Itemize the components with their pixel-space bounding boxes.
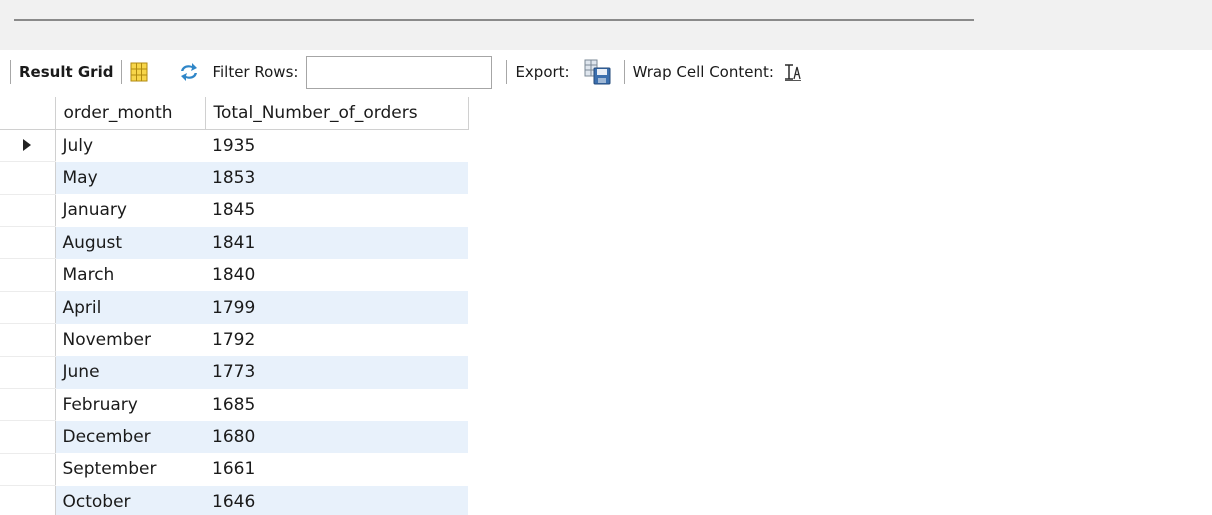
cell-total-number-of-orders[interactable]: 1845 (205, 194, 468, 226)
table-row[interactable]: July 1935 (0, 129, 468, 163)
table-row[interactable]: May 1853 (0, 161, 468, 195)
toolbar-separator (506, 60, 508, 84)
cell-total-number-of-orders[interactable]: 1853 (205, 161, 468, 195)
table-row[interactable]: August 1841 (0, 226, 468, 260)
row-header[interactable] (0, 161, 56, 195)
cell-total-number-of-orders[interactable]: 1792 (205, 324, 468, 356)
row-pointer-icon (23, 138, 32, 151)
row-header[interactable] (0, 291, 56, 325)
table-row[interactable]: November 1792 (0, 323, 468, 357)
wrap-cell-content-label: Wrap Cell Content: (632, 63, 774, 81)
cell-total-number-of-orders[interactable]: 1685 (205, 389, 468, 421)
row-header[interactable] (0, 485, 56, 515)
cell-order-month[interactable]: September (55, 453, 205, 485)
cell-order-month[interactable]: October (55, 485, 205, 515)
cell-order-month[interactable]: April (55, 291, 205, 324)
table-row[interactable]: June 1773 (0, 356, 468, 390)
row-header[interactable] (0, 258, 56, 292)
table-row[interactable]: October 1646 (0, 485, 468, 515)
row-header[interactable] (0, 323, 56, 357)
cell-order-month[interactable]: November (55, 324, 205, 356)
cell-order-month[interactable]: May (55, 161, 205, 195)
refresh-arrows-icon[interactable] (178, 62, 200, 82)
cell-order-month[interactable]: March (55, 259, 205, 291)
cell-total-number-of-orders[interactable]: 1840 (205, 259, 468, 291)
result-grid: order_month Total_Number_of_orders July 1… (0, 97, 469, 515)
row-header[interactable] (0, 226, 56, 260)
horizontal-scrollbar[interactable] (14, 19, 974, 21)
row-header[interactable] (0, 420, 56, 454)
cell-order-month[interactable]: February (55, 389, 205, 421)
export-save-icon[interactable] (584, 59, 612, 85)
toolbar-separator (10, 60, 11, 84)
cell-order-month[interactable]: August (55, 226, 205, 259)
result-toolbar: Result Grid Filter Rows: Export: Wrap Ce… (0, 50, 1212, 94)
table-row[interactable]: September 1661 (0, 453, 468, 487)
result-grid-label[interactable]: Result Grid (19, 63, 113, 81)
editor-area (0, 0, 1212, 50)
table-row[interactable]: March 1840 (0, 258, 468, 292)
column-header-total-number-of-orders[interactable]: Total_Number_of_orders (205, 97, 469, 130)
table-row[interactable]: February 1685 (0, 388, 468, 422)
cell-order-month[interactable]: December (55, 420, 205, 454)
row-header-corner (0, 97, 56, 130)
cell-total-number-of-orders[interactable]: 1661 (205, 453, 468, 485)
cell-order-month[interactable]: July (55, 129, 205, 161)
column-header-order-month[interactable]: order_month (55, 97, 206, 130)
filter-rows-input[interactable] (306, 55, 493, 89)
row-header[interactable] (0, 194, 56, 228)
export-label: Export: (515, 63, 570, 81)
row-header[interactable] (0, 388, 56, 422)
cell-total-number-of-orders[interactable]: 1841 (205, 226, 468, 259)
header-row: order_month Total_Number_of_orders (0, 97, 469, 130)
table-row[interactable]: April 1799 (0, 291, 468, 325)
row-header[interactable] (0, 453, 56, 487)
grid-layout-icon[interactable] (130, 62, 148, 82)
row-header[interactable] (0, 356, 56, 390)
cell-total-number-of-orders[interactable]: 1935 (205, 129, 468, 161)
cell-order-month[interactable]: January (55, 194, 205, 226)
table-row[interactable]: January 1845 (0, 194, 468, 228)
current-row-indicator[interactable] (0, 129, 56, 163)
toolbar-separator (623, 60, 625, 84)
cell-total-number-of-orders[interactable]: 1646 (205, 485, 468, 515)
cell-order-month[interactable]: June (55, 356, 205, 389)
cell-total-number-of-orders[interactable]: 1799 (205, 291, 468, 324)
filter-rows-label: Filter Rows: (212, 63, 299, 81)
toolbar-separator (121, 60, 123, 84)
table-row[interactable]: December 1680 (0, 420, 468, 454)
cell-total-number-of-orders[interactable]: 1773 (205, 356, 468, 389)
cell-total-number-of-orders[interactable]: 1680 (205, 420, 468, 454)
wrap-text-icon[interactable] (784, 63, 802, 81)
